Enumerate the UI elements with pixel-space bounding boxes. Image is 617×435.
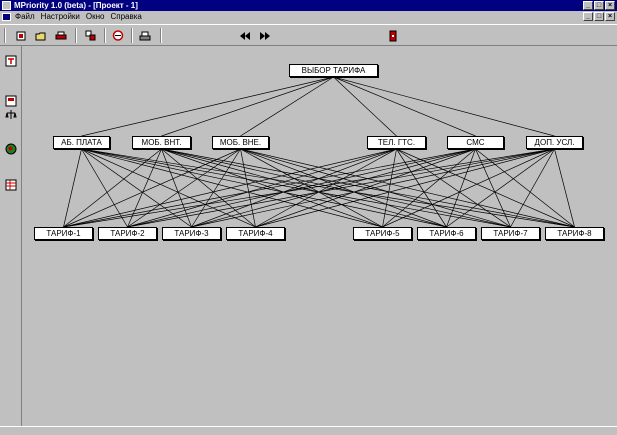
- back-arrow-icon[interactable]: [238, 29, 252, 42]
- alternative-node[interactable]: ТАРИФ-6: [417, 227, 476, 240]
- open-icon[interactable]: [34, 29, 48, 42]
- menu-file[interactable]: Файл: [15, 12, 35, 21]
- app-icon: [2, 1, 11, 10]
- doc-minimize-button[interactable]: _: [583, 12, 593, 21]
- goal-criterion-edge: [240, 76, 334, 137]
- title-bar: MPriority 1.0 (beta) - [Проект - 1] _ □ …: [0, 0, 617, 11]
- doc-close-button[interactable]: ×: [605, 12, 615, 21]
- menu-bar: Файл Настройки Окно Справка: [0, 11, 617, 22]
- criterion-alternative-edge: [382, 148, 397, 228]
- criterion-alternative-edge: [240, 148, 256, 228]
- hierarchy-canvas: ВЫБОР ТАРИФА АБ. ПЛАТА МОБ. ВНТ. МОБ. ВН…: [22, 46, 617, 426]
- alternative-node[interactable]: ТАРИФ-3: [162, 227, 221, 240]
- goal-criterion-edge: [333, 76, 555, 137]
- window-title: MPriority 1.0 (beta) - [Проект - 1]: [14, 1, 138, 10]
- menu-settings[interactable]: Настройки: [41, 12, 80, 21]
- criterion-alternative-edge: [63, 148, 82, 228]
- criterion-node[interactable]: ТЕЛ. ГТС.: [367, 136, 426, 149]
- criterion-node[interactable]: ДОП. УСЛ.: [526, 136, 583, 149]
- criterion-alternative-edge: [63, 148, 241, 228]
- globe-icon[interactable]: [4, 142, 18, 155]
- alternative-node[interactable]: ТАРИФ-4: [226, 227, 285, 240]
- toolbar-separator: [75, 28, 77, 43]
- new-icon[interactable]: [14, 29, 28, 42]
- criterion-alternative-edge: [81, 148, 511, 228]
- criterion-node[interactable]: СМС: [447, 136, 504, 149]
- criterion-alternative-edge: [382, 148, 476, 228]
- close-button[interactable]: ×: [605, 1, 615, 10]
- scale-icon[interactable]: [4, 108, 18, 121]
- menu-help[interactable]: Справка: [111, 12, 142, 21]
- alternative-node[interactable]: ТАРИФ-1: [34, 227, 93, 240]
- document-icon[interactable]: [2, 12, 11, 21]
- toolbar-separator: [4, 28, 6, 43]
- hierarchy-icon[interactable]: [4, 54, 18, 67]
- maximize-button[interactable]: □: [594, 1, 604, 10]
- criterion-alternative-edge: [127, 148, 555, 228]
- goal-criterion-edge: [333, 76, 397, 137]
- criterion-alternative-edge: [554, 148, 575, 228]
- matrix-icon[interactable]: [84, 29, 98, 42]
- doc-restore-button[interactable]: □: [594, 12, 604, 21]
- criterion-alternative-edge: [81, 148, 128, 228]
- exit-icon[interactable]: [386, 29, 400, 42]
- menu-window[interactable]: Окно: [86, 12, 105, 21]
- calc-icon[interactable]: [4, 94, 18, 107]
- left-toolbar: [0, 46, 22, 426]
- printer-icon[interactable]: [138, 29, 152, 42]
- alternative-node[interactable]: ТАРИФ-2: [98, 227, 157, 240]
- minimize-button[interactable]: _: [583, 1, 593, 10]
- toolbar-separator: [104, 28, 106, 43]
- goal-node[interactable]: ВЫБОР ТАРИФА: [289, 64, 378, 77]
- criterion-alternative-edge: [191, 148, 476, 228]
- print-icon[interactable]: [54, 29, 68, 42]
- table-icon[interactable]: [4, 178, 18, 191]
- goal-criterion-edge: [333, 76, 476, 137]
- alternative-node[interactable]: ТАРИФ-7: [481, 227, 540, 240]
- status-bar: [0, 426, 617, 435]
- criterion-node[interactable]: МОБ. ВНЕ.: [212, 136, 269, 149]
- toolbar-separator: [160, 28, 162, 43]
- forward-arrow-icon[interactable]: [258, 29, 272, 42]
- goal-criterion-edge: [161, 76, 334, 137]
- criterion-alternative-edge: [161, 148, 192, 228]
- criterion-node[interactable]: АБ. ПЛАТА: [53, 136, 110, 149]
- goal-criterion-edge: [81, 76, 334, 137]
- alternative-node[interactable]: ТАРИФ-5: [353, 227, 412, 240]
- toolbar: [0, 24, 617, 46]
- chart-icon[interactable]: [111, 29, 125, 42]
- criterion-node[interactable]: МОБ. ВНТ.: [132, 136, 191, 149]
- toolbar-separator: [131, 28, 133, 43]
- alternative-node[interactable]: ТАРИФ-8: [545, 227, 604, 240]
